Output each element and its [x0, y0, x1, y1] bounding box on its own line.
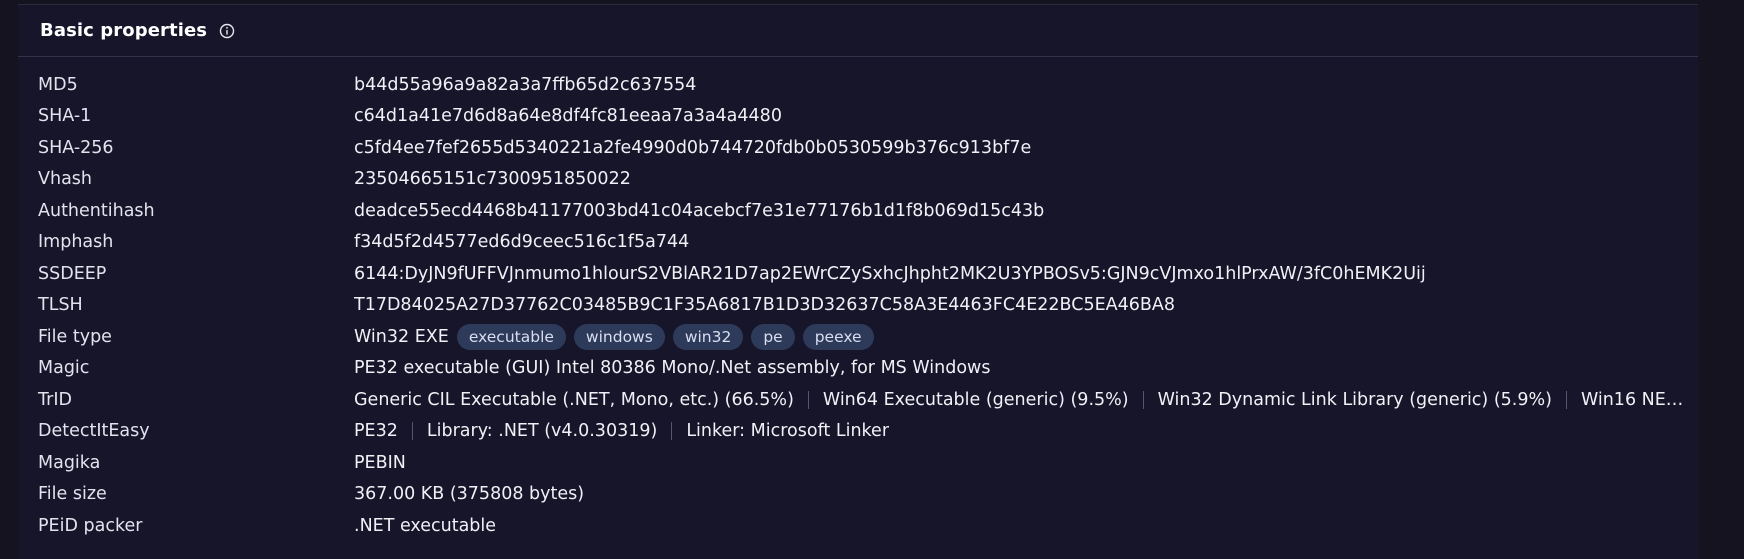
property-row-sha1: SHA-1 c64d1a41e7d6d8a64e8df4fc81eeaa7a3a…: [18, 101, 1698, 133]
property-label: MD5: [38, 74, 78, 95]
property-label: DetectItEasy: [38, 421, 150, 442]
separator: [671, 422, 673, 441]
tag-executable[interactable]: executable: [456, 323, 566, 350]
property-label: Magic: [38, 358, 90, 379]
property-label: SHA-256: [38, 137, 114, 158]
property-label: TrID: [38, 389, 72, 410]
property-value: 23504665151c7300951850022: [354, 169, 631, 190]
property-value: T17D84025A27D37762C03485B9C1F35A6817B1D3…: [354, 295, 1175, 316]
property-value: b44d55a96a9a82a3a7ffb65d2c637554: [354, 74, 697, 95]
property-row-authentihash: Authentihash deadce55ecd4468b41177003bd4…: [18, 195, 1698, 227]
separator: [1142, 390, 1144, 409]
property-value: PE32 executable (GUI) Intel 80386 Mono/.…: [354, 358, 991, 379]
property-value: PEBIN: [354, 452, 406, 473]
property-row-tlsh: TLSH T17D84025A27D37762C03485B9C1F35A681…: [18, 290, 1698, 322]
property-row-imphash: Imphash f34d5f2d4577ed6d9ceec516c1f5a744: [18, 227, 1698, 259]
trid-entry: Win64 Executable (generic) (9.5%): [822, 389, 1129, 410]
property-value: deadce55ecd4468b41177003bd41c04acebcf7e3…: [354, 200, 1045, 221]
property-row-md5: MD5 b44d55a96a9a82a3a7ffb65d2c637554: [18, 69, 1698, 101]
trid-entry-truncated[interactable]: Win16 NE…: [1581, 390, 1683, 410]
panel-title: Basic properties: [40, 20, 208, 41]
property-row-magic: Magic PE32 executable (GUI) Intel 80386 …: [18, 353, 1698, 385]
property-row-file-type: File type Win32 EXE executable windows w…: [18, 321, 1698, 353]
info-circle-icon[interactable]: [219, 23, 235, 39]
property-value: c64d1a41e7d6d8a64e8df4fc81eeaa7a3a4a4480: [354, 106, 782, 127]
separator: [807, 390, 809, 409]
property-row-ssdeep: SSDEEP 6144:DyJN9fUFFVJnmumo1hlourS2VBlA…: [18, 258, 1698, 290]
property-label: File size: [38, 484, 107, 505]
property-value: 367.00 KB (375808 bytes): [354, 484, 585, 505]
property-row-magika: Magika PEBIN: [18, 447, 1698, 479]
die-entry: PE32: [354, 421, 398, 442]
property-label: SSDEEP: [38, 263, 107, 284]
tag-windows[interactable]: windows: [573, 323, 665, 350]
property-row-peid: PEiD packer .NET executable: [18, 510, 1698, 542]
property-row-file-size: File size 367.00 KB (375808 bytes): [18, 479, 1698, 511]
separator: [1565, 390, 1567, 409]
tag-peexe[interactable]: peexe: [802, 323, 874, 350]
property-value: f34d5f2d4577ed6d9ceec516c1f5a744: [354, 232, 690, 253]
properties-list: MD5 b44d55a96a9a82a3a7ffb65d2c637554 SHA…: [18, 57, 1698, 542]
property-value: 6144:DyJN9fUFFVJnmumo1hlourS2VBlAR21D7ap…: [354, 263, 1426, 284]
die-entry: Library: .NET (v4.0.30319): [426, 421, 658, 442]
property-value: Win32 EXE executable windows win32 pe pe…: [354, 323, 874, 350]
tag-win32[interactable]: win32: [672, 323, 744, 350]
property-label: PEiD packer: [38, 515, 143, 536]
property-label: SHA-1: [38, 106, 92, 127]
property-value: PE32 Library: .NET (v4.0.30319) Linker: …: [354, 421, 889, 441]
property-label: Vhash: [38, 169, 92, 190]
panel-header: Basic properties: [18, 5, 1698, 57]
property-label: TLSH: [38, 295, 83, 316]
property-row-trid: TrID Generic CIL Executable (.NET, Mono,…: [18, 384, 1698, 416]
die-entry: Linker: Microsoft Linker: [686, 421, 890, 442]
property-value: Generic CIL Executable (.NET, Mono, etc.…: [354, 390, 1683, 410]
basic-properties-panel: Basic properties MD5 b44d55a96a9a82a3a7f…: [18, 4, 1698, 559]
property-row-detectiteasy: DetectItEasy PE32 Library: .NET (v4.0.30…: [18, 416, 1698, 448]
separator: [411, 422, 413, 441]
property-label: Imphash: [38, 232, 114, 253]
property-value: c5fd4ee7fef2655d5340221a2fe4990d0b744720…: [354, 137, 1032, 158]
property-row-sha256: SHA-256 c5fd4ee7fef2655d5340221a2fe4990d…: [18, 132, 1698, 164]
property-label: Authentihash: [38, 200, 155, 221]
property-value: .NET executable: [354, 515, 497, 536]
property-row-vhash: Vhash 23504665151c7300951850022: [18, 164, 1698, 196]
trid-entry: Win32 Dynamic Link Library (generic) (5.…: [1157, 389, 1552, 410]
trid-entry: Generic CIL Executable (.NET, Mono, etc.…: [354, 389, 794, 410]
property-label: File type: [38, 326, 112, 347]
file-type-text: Win32 EXE: [354, 326, 449, 347]
tag-pe[interactable]: pe: [751, 323, 795, 350]
property-label: Magika: [38, 452, 101, 473]
